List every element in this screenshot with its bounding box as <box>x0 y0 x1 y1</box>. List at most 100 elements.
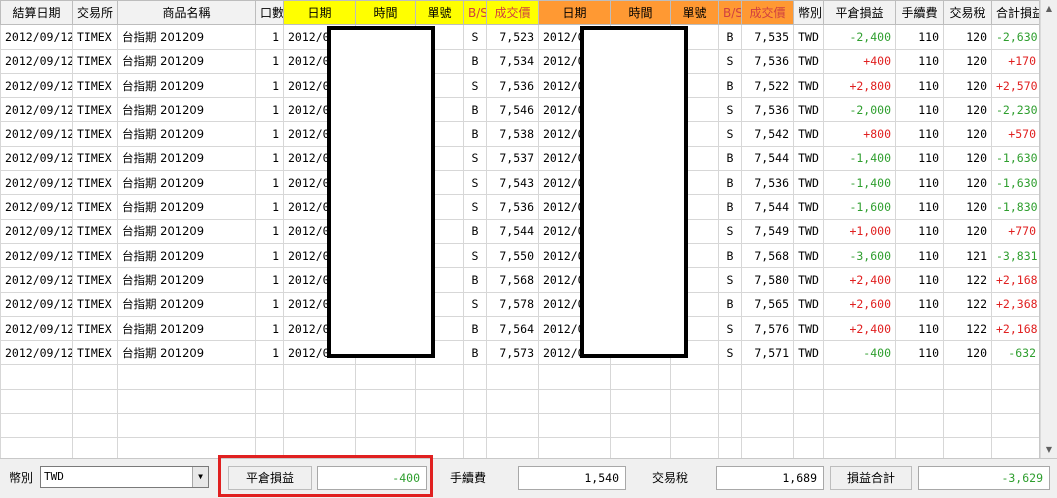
column-header-settle-date[interactable]: 結算日期 <box>0 0 73 26</box>
empty-cell <box>355 413 416 439</box>
currency-select[interactable]: TWD ▼ <box>40 466 209 488</box>
column-header-fee[interactable]: 手續費 <box>895 0 944 26</box>
column-header-product[interactable]: 商品名稱 <box>117 0 256 26</box>
column-header-close-price[interactable]: 成交價 <box>741 0 794 26</box>
cell-total-pl: +170 <box>991 48 1039 74</box>
table-row[interactable]: 2012/09/12 TIMEX 台指期 201209 1 2012/09/12 S 7,5… <box>0 24 1039 50</box>
table-row[interactable]: 2012/09/12 TIMEX 台指期 201209 1 2012/09/12 S 7,5… <box>0 194 1039 220</box>
column-header-total-pl[interactable]: 合計損益 <box>991 0 1039 26</box>
cell-currency: TWD <box>793 145 824 172</box>
cell-close-price: 7,522 <box>741 72 794 99</box>
table-row[interactable]: 2012/09/12 TIMEX 台指期 201209 1 2012/09/12 S 7,5… <box>0 170 1039 196</box>
cell-product: 台指期 201209 <box>117 315 256 342</box>
scroll-up-arrow-icon[interactable]: ▲ <box>1041 0 1057 17</box>
column-header-close-date[interactable]: 日期 <box>538 0 611 26</box>
table-row[interactable]: 2012/09/12 TIMEX 台指期 201209 1 2012/09/12 B 7,5… <box>0 97 1039 123</box>
empty-cell <box>255 364 284 390</box>
empty-cell <box>255 388 284 415</box>
cell-fee: 110 <box>895 267 944 293</box>
cell-qty: 1 <box>255 267 284 293</box>
column-header-open-time[interactable]: 時間 <box>355 0 416 26</box>
cell-total-pl: +2,570 <box>991 72 1039 99</box>
table-row[interactable]: 2012/09/12 TIMEX 台指期 201209 1 2012/09/12 B 7,5… <box>0 315 1039 342</box>
empty-row <box>0 413 1039 439</box>
settlement-table: 結算日期 交易所 商品名稱 口數 日期 時間 單號 B/S 成交價 日期 時間 單號 B/S 成交價 幣別平… <box>0 0 1039 458</box>
empty-cell <box>283 364 356 390</box>
cell-open-price: 7,523 <box>486 24 539 50</box>
column-header-open-date[interactable]: 日期 <box>283 0 356 26</box>
cell-exchange: TIMEX <box>72 170 118 196</box>
cell-tax: 120 <box>943 72 992 99</box>
vertical-scrollbar[interactable]: ▲ ▼ <box>1040 0 1057 458</box>
cell-qty: 1 <box>255 194 284 220</box>
cell-total-pl: -2,630 <box>991 24 1039 50</box>
cell-currency: TWD <box>793 218 824 244</box>
cell-total-pl: +2,168 <box>991 315 1039 342</box>
scroll-down-arrow-icon[interactable]: ▼ <box>1041 441 1057 458</box>
empty-row <box>0 437 1039 458</box>
column-header-open-order-no[interactable]: 單號 <box>415 0 464 26</box>
empty-cell <box>718 413 742 439</box>
empty-cell <box>117 388 256 415</box>
column-header-close-side[interactable]: B/S <box>718 0 742 26</box>
cell-close-price: 7,536 <box>741 97 794 123</box>
cell-product: 台指期 201209 <box>117 291 256 317</box>
empty-cell <box>415 388 464 415</box>
column-header-exchange[interactable]: 交易所 <box>72 0 118 26</box>
cell-fee: 110 <box>895 194 944 220</box>
cell-product: 台指期 201209 <box>117 72 256 99</box>
column-header-close-order-no[interactable]: 單號 <box>670 0 719 26</box>
column-header-tax[interactable]: 交易稅 <box>943 0 992 26</box>
table-row[interactable]: 2012/09/12 TIMEX 台指期 201209 1 2012/09/12 B 7,5… <box>0 340 1039 366</box>
cell-realized-pl: +400 <box>823 48 896 74</box>
table-row[interactable]: 2012/09/12 TIMEX 台指期 201209 1 2012/09/12 S 7,5… <box>0 242 1039 269</box>
cell-close-side: B <box>718 291 742 317</box>
cell-realized-pl: -2,400 <box>823 24 896 50</box>
table-row[interactable]: 2012/09/12 TIMEX 台指期 201209 1 2012/09/12 B 7,5… <box>0 267 1039 293</box>
empty-cell <box>355 388 416 415</box>
column-header-open-price[interactable]: 成交價 <box>486 0 539 26</box>
chevron-down-icon[interactable]: ▼ <box>192 467 208 487</box>
cell-close-side: B <box>718 72 742 99</box>
cell-open-price: 7,543 <box>486 170 539 196</box>
cell-exchange: TIMEX <box>72 121 118 147</box>
cell-qty: 1 <box>255 48 284 74</box>
column-header-currency[interactable]: 幣別 <box>793 0 824 26</box>
cell-product: 台指期 201209 <box>117 194 256 220</box>
empty-cell <box>718 364 742 390</box>
redaction-box <box>327 26 435 358</box>
table-row[interactable]: 2012/09/12 TIMEX 台指期 201209 1 2012/09/12 B 7,5… <box>0 218 1039 244</box>
total-pl-label: 損益合計 <box>830 466 912 490</box>
cell-open-side: B <box>463 218 487 244</box>
table-row[interactable]: 2012/09/12 TIMEX 台指期 201209 1 2012/09/12 B 7,5… <box>0 48 1039 74</box>
table-row[interactable]: 2012/09/12 TIMEX 台指期 201209 1 2012/09/12 S 7,5… <box>0 291 1039 317</box>
empty-cell <box>943 413 992 439</box>
empty-cell <box>415 413 464 439</box>
cell-product: 台指期 201209 <box>117 218 256 244</box>
cell-open-price: 7,564 <box>486 315 539 342</box>
cell-exchange: TIMEX <box>72 24 118 50</box>
column-header-close-time[interactable]: 時間 <box>610 0 671 26</box>
empty-cell <box>72 437 118 458</box>
cell-open-price: 7,536 <box>486 194 539 220</box>
table-row[interactable]: 2012/09/12 TIMEX 台指期 201209 1 2012/09/12 S 7,5… <box>0 72 1039 99</box>
column-header-realized-pl[interactable]: 平倉損益 <box>823 0 896 26</box>
table-row[interactable]: 2012/09/12 TIMEX 台指期 201209 1 2012/09/12 S 7,5… <box>0 145 1039 172</box>
table-row[interactable]: 2012/09/12 TIMEX 台指期 201209 1 2012/09/12 B 7,5… <box>0 121 1039 147</box>
cell-exchange: TIMEX <box>72 145 118 172</box>
cell-close-side: S <box>718 121 742 147</box>
column-header-open-side[interactable]: B/S <box>463 0 487 26</box>
cell-settle-date: 2012/09/12 <box>0 315 73 342</box>
empty-cell <box>463 364 487 390</box>
cell-currency: TWD <box>793 48 824 74</box>
cell-fee: 110 <box>895 145 944 172</box>
cell-qty: 1 <box>255 218 284 244</box>
empty-cell <box>415 364 464 390</box>
column-header-qty[interactable]: 口數 <box>255 0 284 26</box>
cell-fee: 110 <box>895 97 944 123</box>
empty-cell <box>538 437 611 458</box>
cell-tax: 120 <box>943 48 992 74</box>
empty-cell <box>355 364 416 390</box>
empty-cell <box>718 437 742 458</box>
empty-cell <box>895 388 944 415</box>
